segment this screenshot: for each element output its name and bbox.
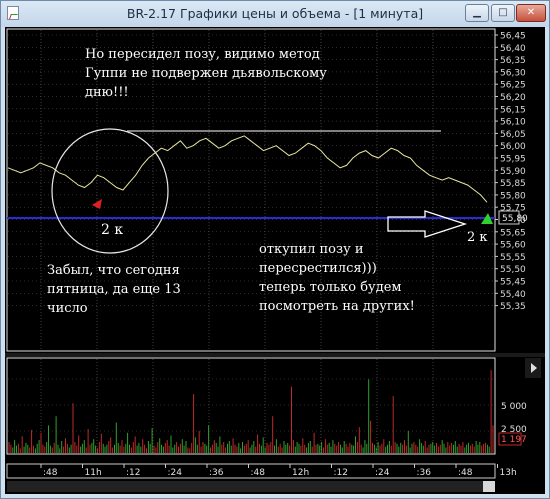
time-axis-label: :12 bbox=[334, 468, 348, 478]
price-axis-label: 55,45 bbox=[500, 278, 526, 288]
time-axis-label: :36 bbox=[417, 468, 432, 478]
time-axis-label: :48 bbox=[251, 468, 266, 478]
time-axis-label: 13h bbox=[500, 468, 517, 478]
volume-grid bbox=[8, 359, 494, 453]
volume-bars bbox=[8, 370, 494, 453]
price-axis-label: 55,40 bbox=[500, 290, 526, 300]
price-axis-label: 55,35 bbox=[500, 302, 526, 312]
time-axis-label: :48 bbox=[43, 468, 58, 478]
price-axis-label: 55,85 bbox=[500, 179, 526, 189]
price-axis-label: 55,60 bbox=[500, 241, 526, 251]
top-annotation: Но пересидел позу, видимо метод Гуппи не… bbox=[85, 47, 331, 100]
time-axis-label: 12h bbox=[292, 468, 309, 478]
price-axis-label: 55,95 bbox=[500, 155, 526, 165]
horizontal-scrollbar[interactable] bbox=[7, 481, 495, 492]
right-marker-label: 2 к bbox=[467, 230, 488, 245]
price-axis-label: 56,00 bbox=[500, 142, 526, 152]
title-bar[interactable]: BR-2.17 Графики цены и объема - [1 минут… bbox=[1, 1, 549, 27]
current-volume-marker: 1 197 bbox=[498, 432, 527, 446]
price-axis-label: 55,50 bbox=[500, 265, 526, 275]
time-axis-label: :12 bbox=[126, 468, 140, 478]
scroll-right-button[interactable] bbox=[525, 358, 541, 378]
chart-canvas[interactable]: 56,45 56,40 56,35 56,30 56,25 56,20 56,15 56,10… bbox=[5, 27, 545, 494]
current-volume-label: 1 197 bbox=[501, 435, 527, 445]
left-marker-label: 2 к bbox=[101, 222, 123, 238]
time-axis-label: :36 bbox=[209, 468, 224, 478]
price-axis-label: 55,80 bbox=[500, 191, 526, 201]
price-axis-label: 56,10 bbox=[500, 118, 526, 128]
price-axis-label: 56,30 bbox=[500, 68, 526, 78]
price-axis-label: 56,20 bbox=[500, 93, 526, 103]
price-axis-label: 56,25 bbox=[500, 81, 526, 91]
maximize-button[interactable]: □ bbox=[491, 4, 515, 22]
chart-area[interactable]: 56,45 56,40 56,35 56,30 56,25 56,20 56,15 56,10… bbox=[5, 27, 545, 494]
price-axis-label: 56,35 bbox=[500, 56, 526, 66]
price-axis-label: 56,40 bbox=[500, 44, 526, 54]
price-axis: 56,45 56,40 56,35 56,30 56,25 56,20 56,15 56,10… bbox=[495, 32, 526, 312]
price-axis-label: 56,15 bbox=[500, 105, 526, 115]
price-axis-label: 55,55 bbox=[500, 253, 526, 263]
minimize-button[interactable]: ▁ bbox=[465, 4, 489, 22]
right-annotation: откупил позу и пересрестился))) теперь т… bbox=[259, 242, 415, 314]
price-axis-label: 55,65 bbox=[500, 228, 526, 238]
time-axis-label: :24 bbox=[168, 468, 183, 478]
volume-panel-frame bbox=[6, 357, 496, 455]
scrollbar-thumb[interactable] bbox=[483, 481, 495, 492]
left-annotation: Забыл, что сегодня пятница, да еще 13 чи… bbox=[47, 263, 185, 316]
time-axis-label: 11h bbox=[85, 468, 102, 478]
time-axis-label: :48 bbox=[458, 468, 473, 478]
sell-marker-icon bbox=[92, 199, 102, 209]
chart-window: BR-2.17 Графики цены и объема - [1 минут… bbox=[0, 0, 550, 499]
price-axis-label: 56,05 bbox=[500, 130, 526, 140]
price-axis-label: 55,90 bbox=[500, 167, 526, 177]
current-price-label: 55,80 bbox=[502, 214, 528, 224]
close-button[interactable]: ✕ bbox=[516, 4, 546, 22]
panel-splitter[interactable] bbox=[5, 353, 545, 357]
arrow-right-icon bbox=[387, 210, 468, 238]
time-axis-label: :24 bbox=[375, 468, 390, 478]
price-axis-label: 56,45 bbox=[500, 32, 526, 42]
volume-axis-label-5000: 5 000 bbox=[501, 402, 527, 412]
price-line bbox=[7, 135, 488, 203]
